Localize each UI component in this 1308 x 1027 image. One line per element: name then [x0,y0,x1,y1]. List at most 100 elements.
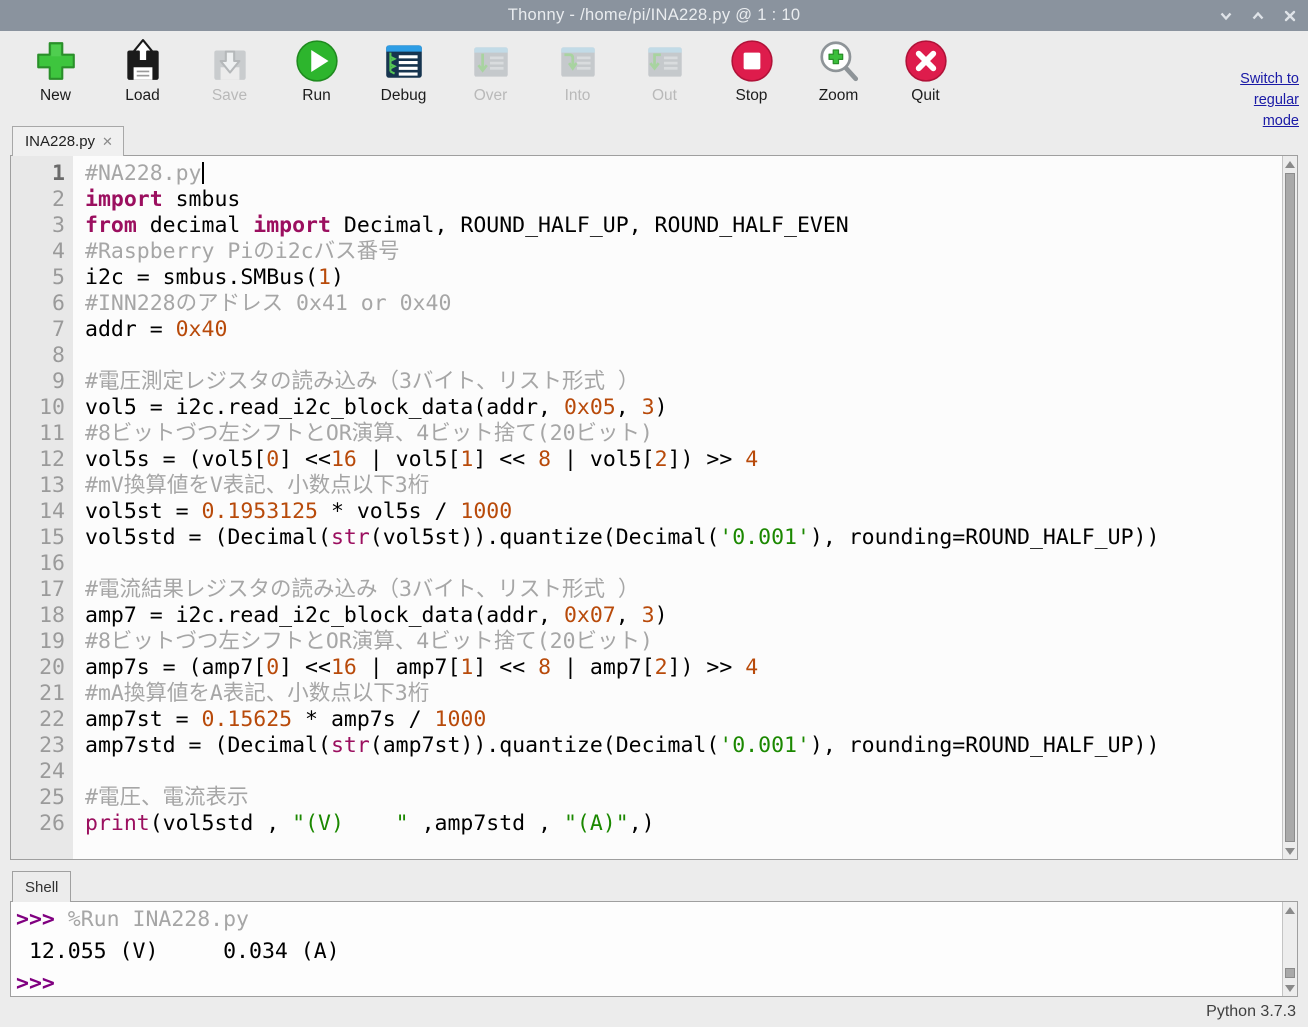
toolbar-label: Zoom [819,87,859,105]
code-line[interactable]: i2c = smbus.SMBus(1) [85,265,1282,291]
toolbar-label: Over [474,87,508,105]
shell-line[interactable]: >>> [16,968,1277,997]
new-file-icon [33,38,79,84]
statusbar: Python 3.7.3 [0,997,1308,1027]
code-line[interactable]: #Raspberry Piのi2cバス番号 [85,239,1282,265]
code-line[interactable]: vol5st = 0.1953125 * vol5s / 1000 [85,499,1282,525]
zoom-icon [816,38,862,84]
run-icon [294,38,340,84]
shell-line[interactable]: 12.055 (V) 0.034 (A) [16,936,1277,968]
scroll-up-icon[interactable] [1283,902,1297,918]
scroll-down-icon[interactable] [1283,980,1297,996]
debug-icon [381,38,427,84]
tab-ina228[interactable]: INA228.py ✕ [12,126,124,156]
line-number: 26 [11,811,65,837]
line-number: 10 [11,395,65,421]
stop-icon [729,38,775,84]
line-number: 18 [11,603,65,629]
code-line[interactable]: #電流結果レジスタの読み込み（3バイト、リスト形式 ） [85,577,1282,603]
line-number: 16 [11,551,65,577]
save-button: Save [186,38,273,105]
line-number: 25 [11,785,65,811]
scroll-down-icon[interactable] [1283,843,1297,859]
line-number: 14 [11,499,65,525]
shell-tab-label: Shell [25,879,58,896]
code-line[interactable]: amp7s = (amp7[0] <<16 | amp7[1] << 8 | a… [85,655,1282,681]
close-window-button[interactable] [1282,8,1298,24]
switch-to-regular-mode-link[interactable]: Switch to regular mode [1223,69,1299,132]
code-line[interactable]: #8ビットづつ左シフトとOR演算、4ビット捨て(20ビット) [85,421,1282,447]
scrollbar-thumb[interactable] [1285,968,1295,978]
toolbar-label: Run [302,87,330,105]
window-controls [1218,0,1298,31]
code-line[interactable]: vol5 = i2c.read_i2c_block_data(addr, 0x0… [85,395,1282,421]
step-into-button: Into [534,38,621,105]
shell-tabbar: Shell [0,860,1308,901]
editor-code[interactable]: #NA228.pyimport smbusfrom decimal import… [73,156,1282,859]
code-line[interactable]: #INN228のアドレス 0x41 or 0x40 [85,291,1282,317]
minimize-button[interactable] [1218,8,1234,24]
code-line[interactable]: #8ビットづつ左シフトとOR演算、4ビット捨て(20ビット) [85,629,1282,655]
line-number: 2 [11,187,65,213]
code-line[interactable] [85,759,1282,785]
load-button[interactable]: Load [99,38,186,105]
code-line[interactable]: #電圧測定レジスタの読み込み（3バイト、リスト形式 ） [85,369,1282,395]
window-title: Thonny - /home/pi/INA228.py @ 1 : 10 [508,6,801,25]
tab-close-icon[interactable]: ✕ [102,134,113,150]
shell-output[interactable]: >>> %Run INA228.py 12.055 (V) 0.034 (A)>… [11,902,1297,997]
code-line[interactable]: #電圧、電流表示 [85,785,1282,811]
toolbar-label: Out [652,87,677,105]
code-line[interactable]: amp7st = 0.15625 * amp7s / 1000 [85,707,1282,733]
code-line[interactable]: print(vol5std , "(V) " ,amp7std , "(A)",… [85,811,1282,837]
titlebar: Thonny - /home/pi/INA228.py @ 1 : 10 [0,0,1308,31]
text-cursor [202,162,204,184]
line-number: 1 [11,161,65,187]
load-file-icon [120,38,166,84]
shell-scrollbar[interactable] [1282,902,1297,996]
code-line[interactable]: vol5s = (vol5[0] <<16 | vol5[1] << 8 | v… [85,447,1282,473]
zoom-button[interactable]: Zoom [795,38,882,105]
new-button[interactable]: New [12,38,99,105]
code-line[interactable]: amp7std = (Decimal(str(amp7st)).quantize… [85,733,1282,759]
chevron-up-icon [1251,9,1265,23]
code-line[interactable]: import smbus [85,187,1282,213]
debug-button[interactable]: Debug [360,38,447,105]
scrollbar-thumb[interactable] [1285,173,1295,842]
code-line[interactable]: from decimal import Decimal, ROUND_HALF_… [85,213,1282,239]
step-out-button: Out [621,38,708,105]
line-number: 8 [11,343,65,369]
code-line[interactable] [85,551,1282,577]
code-line[interactable]: #mA換算値をA表記、小数点以下3桁 [85,681,1282,707]
tab-shell[interactable]: Shell [12,871,71,902]
stop-button[interactable]: Stop [708,38,795,105]
close-icon [1283,9,1297,23]
line-number: 13 [11,473,65,499]
maximize-button[interactable] [1250,8,1266,24]
line-number: 12 [11,447,65,473]
line-number: 11 [11,421,65,447]
line-number: 22 [11,707,65,733]
toolbar-label: Quit [911,87,939,105]
line-number: 15 [11,525,65,551]
line-number: 9 [11,369,65,395]
code-editor[interactable]: 1234567891011121314151617181920212223242… [10,155,1298,860]
toolbar-label: Stop [736,87,768,105]
line-number: 6 [11,291,65,317]
code-line[interactable] [85,343,1282,369]
code-line[interactable]: addr = 0x40 [85,317,1282,343]
save-file-icon [207,38,253,84]
code-line[interactable]: #mV換算値をV表記、小数点以下3桁 [85,473,1282,499]
run-button[interactable]: Run [273,38,360,105]
quit-button[interactable]: Quit [882,38,969,105]
code-line[interactable]: #NA228.py [85,161,1282,187]
editor-gutter: 1234567891011121314151617181920212223242… [11,156,73,859]
line-number: 19 [11,629,65,655]
line-number: 4 [11,239,65,265]
shell-pane[interactable]: >>> %Run INA228.py 12.055 (V) 0.034 (A)>… [10,901,1298,997]
scroll-up-icon[interactable] [1283,156,1297,172]
toolbar-label: New [40,87,71,105]
shell-line[interactable]: >>> %Run INA228.py [16,904,1277,936]
code-line[interactable]: vol5std = (Decimal(str(vol5st)).quantize… [85,525,1282,551]
editor-scrollbar[interactable] [1282,156,1297,859]
code-line[interactable]: amp7 = i2c.read_i2c_block_data(addr, 0x0… [85,603,1282,629]
